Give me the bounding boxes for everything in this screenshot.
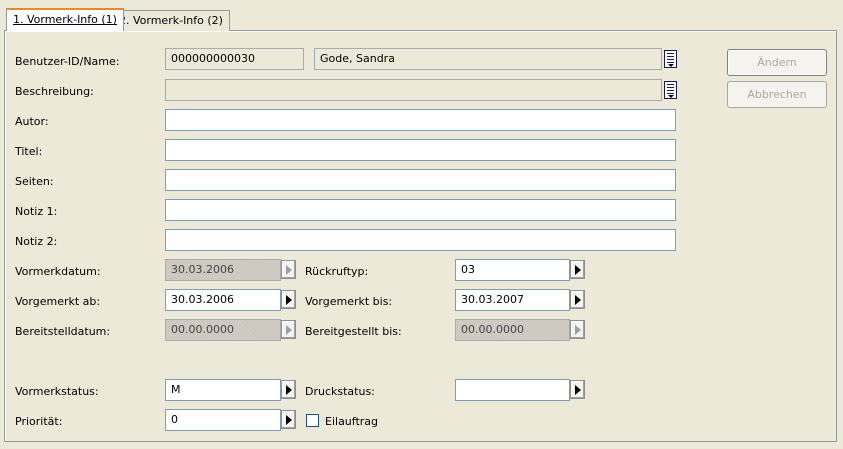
label-rueckruftyp: Rückruftyp: [305,265,369,278]
tab-vormerk-info-2[interactable]: 2. Vormerk-Info (2) [112,10,230,31]
label-autor: Autor: [15,115,49,128]
vorgemerkt-ab-input[interactable]: 30.03.2006 [165,289,281,311]
tab-label: 1. Vormerk-Info (1) [13,13,117,26]
tab-vormerk-info-1[interactable]: 1. Vormerk-Info (1) [6,8,124,31]
label-seiten: Seiten: [15,175,54,188]
label-benutzer: Benutzer-ID/Name: [15,55,120,68]
arrow-right-icon[interactable] [570,290,585,309]
notiz-2-input[interactable] [165,229,676,251]
list-icon[interactable] [664,81,677,99]
bereitstelldatum-field: 00.00.0000 [165,319,281,341]
label-vormerkstatus: Vormerkstatus: [15,385,99,398]
benutzer-name-field: Gode, Sandra [314,48,662,70]
seiten-input[interactable] [165,169,676,191]
arrow-right-icon[interactable] [281,410,296,429]
label-eilauftrag: Eilauftrag [325,415,379,428]
list-icon[interactable] [664,50,677,68]
vormerkdatum-field: 30.03.2006 [165,259,281,281]
titel-input[interactable] [165,139,676,161]
vormerkstatus-input[interactable]: M [165,379,281,401]
label-bereitgestellt-bis: Bereitgestellt bis: [305,325,402,338]
label-titel: Titel: [15,145,43,158]
aendern-button[interactable]: Ändern [727,49,827,76]
arrow-right-icon[interactable] [570,260,585,279]
druckstatus-input[interactable] [455,379,570,401]
arrow-right-icon[interactable] [281,380,296,399]
label-prioritaet: Priorität: [15,415,63,428]
label-notiz-1: Notiz 1: [15,205,58,218]
notiz-1-input[interactable] [165,199,676,221]
label-druckstatus: Druckstatus: [305,385,375,398]
label-vorgemerkt-bis: Vorgemerkt bis: [305,295,393,308]
arrow-right-icon [281,260,296,279]
beschreibung-field [165,79,662,101]
label-bereitstelldatum: Bereitstelldatum: [15,325,111,338]
bereitgestellt-bis-field: 00.00.0000 [455,319,570,341]
benutzer-id-field: 000000000030 [165,48,304,70]
label-beschreibung: Beschreibung: [15,85,94,98]
abbrechen-button[interactable]: Abbrechen [727,81,827,108]
autor-input[interactable] [165,109,676,131]
label-vormerkdatum: Vormerkdatum: [15,265,101,278]
tab-label: 2. Vormerk-Info (2) [119,14,223,27]
arrow-right-icon [281,320,296,339]
label-vorgemerkt-ab: Vorgemerkt ab: [15,295,101,308]
label-notiz-2: Notiz 2: [15,235,58,248]
arrow-right-icon[interactable] [570,380,585,399]
arrow-right-icon[interactable] [281,290,296,309]
eilauftrag-checkbox[interactable] [306,414,319,427]
arrow-right-icon [570,320,585,339]
prioritaet-input[interactable]: 0 [165,409,281,431]
vorgemerkt-bis-input[interactable]: 30.03.2007 [455,289,570,311]
rueckruftyp-input[interactable]: 03 [455,259,570,281]
